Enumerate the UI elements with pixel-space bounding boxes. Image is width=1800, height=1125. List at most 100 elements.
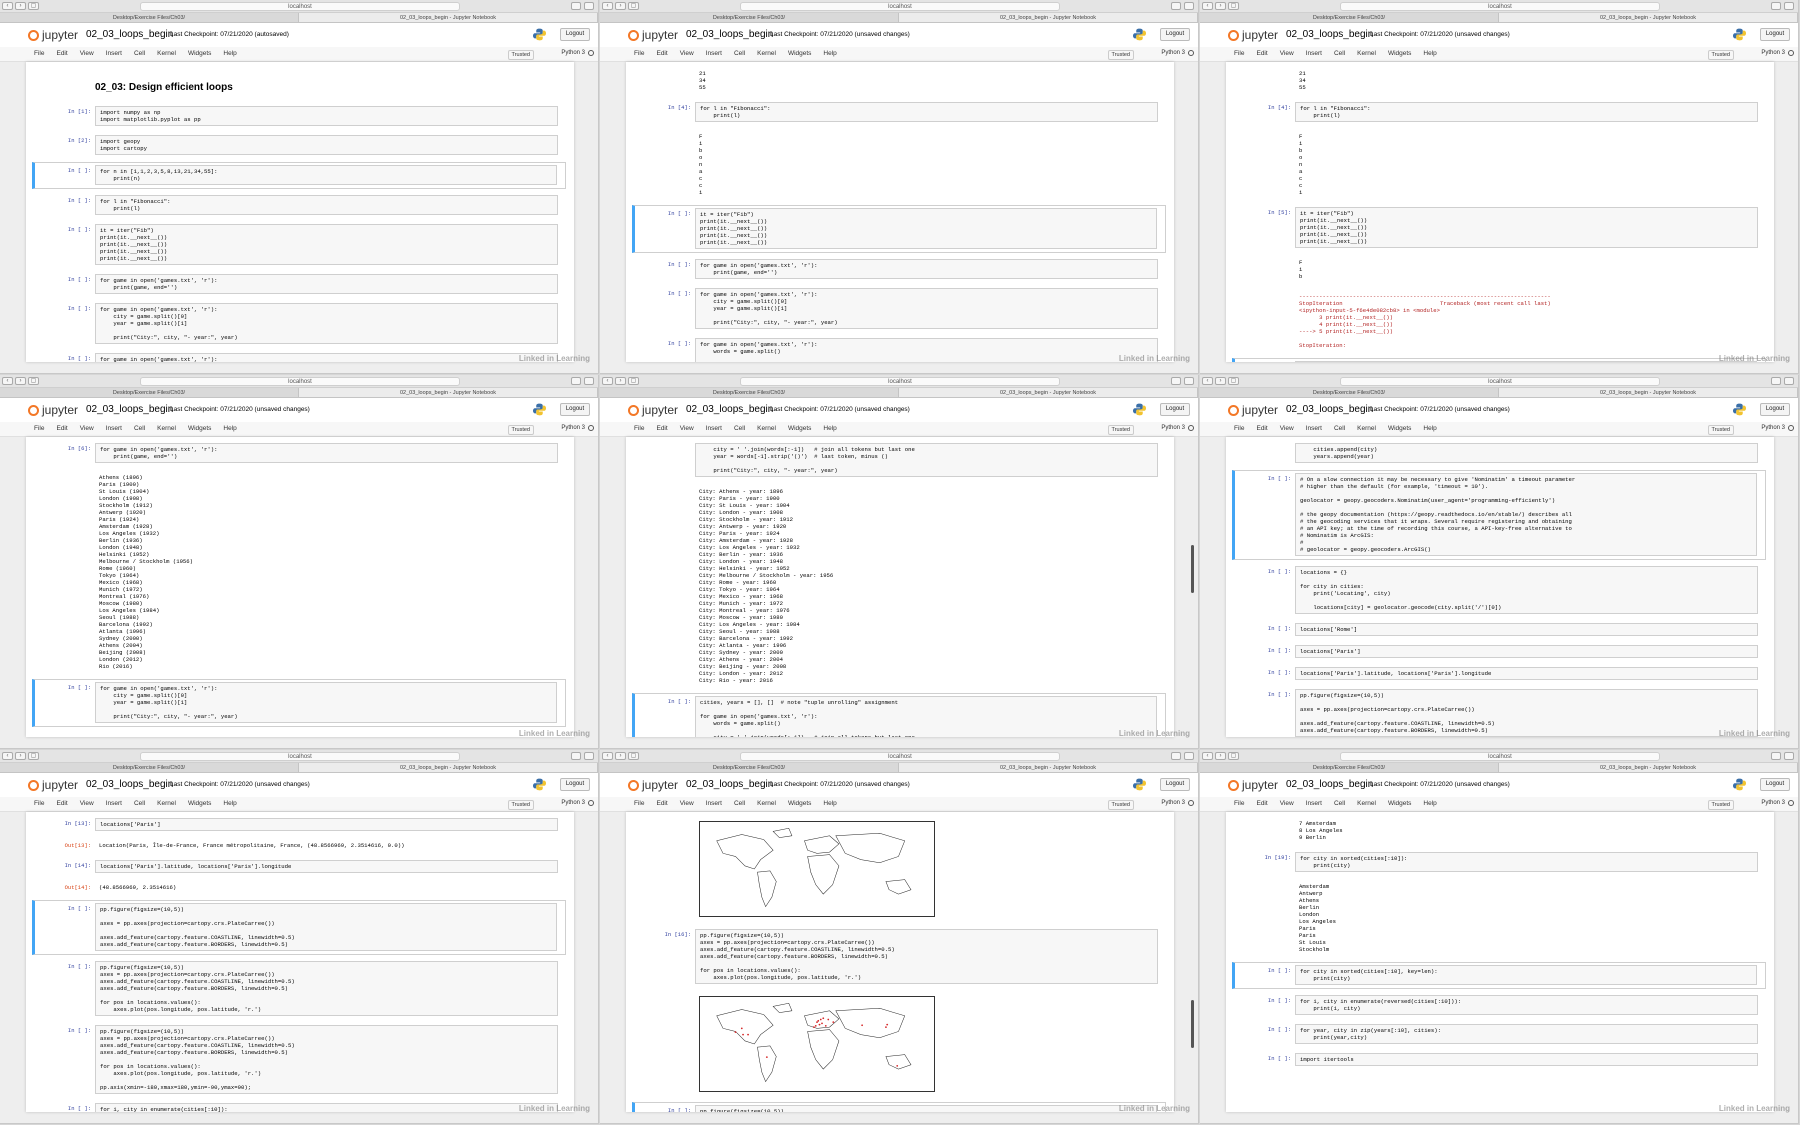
menu-view[interactable]: View (80, 50, 94, 57)
address-bar[interactable]: localhost (1340, 2, 1660, 11)
menu-view[interactable]: View (680, 425, 694, 432)
menu-view[interactable]: View (1280, 800, 1294, 807)
code-editor[interactable]: for game in open('games.txt', 'r'): prin… (95, 274, 558, 294)
menu-widgets[interactable]: Widgets (1388, 50, 1411, 57)
code-cell[interactable]: In [ ]: for l in "Fibonacci": print(l) (32, 193, 566, 218)
menu-file[interactable]: File (634, 50, 644, 57)
menu-file[interactable]: File (634, 800, 644, 807)
tab-files[interactable]: Desktop/Exercise Files/Ch03/ (1200, 763, 1499, 772)
jupyter-logo[interactable]: jupyter (1228, 403, 1278, 417)
forward-icon[interactable]: › (615, 377, 626, 385)
code-editor[interactable]: pp.figure(figsize=(10,5)) axes = pp.axes… (95, 903, 557, 951)
tab-files[interactable]: Desktop/Exercise Files/Ch03/ (600, 763, 899, 772)
sidebar-icon[interactable]: ▢ (628, 2, 639, 10)
code-cell[interactable]: cities.append(city) years.append(year) (1232, 441, 1766, 466)
code-editor[interactable]: locations = {} for city in cities: print… (1295, 566, 1758, 614)
address-bar[interactable]: localhost (1340, 752, 1660, 761)
menu-help[interactable]: Help (1423, 50, 1436, 57)
code-editor[interactable]: it = iter("Fib") print(it.__next__()) pr… (1295, 207, 1758, 248)
logout-button[interactable]: Logout (560, 778, 590, 791)
kernel-indicator[interactable]: Python 3 (1761, 800, 1794, 806)
back-icon[interactable]: ‹ (602, 752, 613, 760)
kernel-indicator[interactable]: Python 3 (561, 50, 594, 56)
menu-widgets[interactable]: Widgets (788, 800, 811, 807)
code-editor[interactable]: for city in sorted(cities[:10]): print(c… (1295, 852, 1758, 872)
code-cell[interactable]: In [ ]: pp.figure(figsize=(10,5)) axes = … (32, 900, 566, 955)
menu-insert[interactable]: Insert (1306, 50, 1322, 57)
forward-icon[interactable]: › (615, 2, 626, 10)
menu-insert[interactable]: Insert (706, 800, 722, 807)
code-cell[interactable]: In [ ]: pp.figure(figsize=(10,5)) axes = … (32, 1023, 566, 1097)
tab-files[interactable]: Desktop/Exercise Files/Ch03/ (600, 13, 899, 22)
kernel-indicator[interactable]: Python 3 (1161, 425, 1194, 431)
forward-icon[interactable]: › (15, 752, 26, 760)
tab-files[interactable]: Desktop/Exercise Files/Ch03/ (0, 388, 299, 397)
code-cell[interactable]: In [4]: for l in "Fibonacci": print(l) (632, 100, 1166, 125)
trusted-indicator[interactable]: Trusted (1107, 50, 1134, 60)
forward-icon[interactable]: › (1215, 752, 1226, 760)
menu-kernel[interactable]: Kernel (1357, 800, 1376, 807)
tabs-icon[interactable] (1784, 2, 1794, 10)
logout-button[interactable]: Logout (560, 403, 590, 416)
logout-button[interactable]: Logout (1160, 778, 1190, 791)
tabs-icon[interactable] (1184, 2, 1194, 10)
tab-files[interactable]: Desktop/Exercise Files/Ch03/ (0, 763, 299, 772)
menu-widgets[interactable]: Widgets (788, 425, 811, 432)
code-editor[interactable]: import geopy import cartopy (95, 135, 558, 155)
code-editor[interactable]: for l in "Fibonacci": print(l) (1295, 102, 1758, 122)
code-cell[interactable]: In [ ]: for game in open('games.txt', 'r'… (632, 286, 1166, 332)
tab-notebook[interactable]: 02_03_loops_begin - Jupyter Notebook (899, 388, 1198, 397)
tab-notebook[interactable]: 02_03_loops_begin - Jupyter Notebook (299, 763, 598, 772)
code-editor[interactable]: import itertools (1295, 1053, 1758, 1066)
menu-view[interactable]: View (680, 800, 694, 807)
share-icon[interactable] (571, 2, 581, 10)
code-cell[interactable]: In [ ]: locations['Rome'] (1232, 621, 1766, 639)
code-cell[interactable]: In [ ]: for game in open('games.txt', 'r'… (632, 257, 1166, 282)
trusted-indicator[interactable]: Trusted (1107, 800, 1134, 810)
notebook-title[interactable]: 02_03_loops_begin (1286, 404, 1373, 415)
menu-help[interactable]: Help (223, 425, 236, 432)
menu-view[interactable]: View (1280, 425, 1294, 432)
address-bar[interactable]: localhost (740, 377, 1060, 386)
trusted-indicator[interactable]: Trusted (1707, 50, 1734, 60)
tabs-icon[interactable] (584, 752, 594, 760)
menu-insert[interactable]: Insert (1306, 425, 1322, 432)
menu-kernel[interactable]: Kernel (757, 425, 776, 432)
back-icon[interactable]: ‹ (2, 752, 13, 760)
code-cell[interactable]: city = ' '.join(words[:-1]) # join all t… (632, 441, 1166, 480)
code-editor[interactable]: for l in "Fibonacci": print(l) (95, 195, 558, 215)
menu-help[interactable]: Help (223, 50, 236, 57)
address-bar[interactable]: localhost (740, 2, 1060, 11)
scrollbar-thumb[interactable] (1191, 545, 1194, 593)
code-editor[interactable]: locations['Paris'].latitude, locations['… (95, 860, 558, 873)
tab-files[interactable]: Desktop/Exercise Files/Ch03/ (1200, 13, 1499, 22)
menu-cell[interactable]: Cell (1334, 50, 1345, 57)
menu-cell[interactable]: Cell (734, 800, 745, 807)
code-editor[interactable]: for game in open('games.txt', 'r'): prin… (695, 259, 1158, 279)
tabs-icon[interactable] (1784, 752, 1794, 760)
code-editor[interactable]: locations['Paris'].latitude, locations['… (1295, 667, 1758, 680)
code-cell[interactable]: In [ ]: for year, city in zip(years[:10],… (1232, 1022, 1766, 1047)
menu-widgets[interactable]: Widgets (1388, 425, 1411, 432)
menu-view[interactable]: View (80, 425, 94, 432)
jupyter-logo[interactable]: jupyter (628, 778, 678, 792)
back-icon[interactable]: ‹ (2, 377, 13, 385)
menu-file[interactable]: File (34, 50, 44, 57)
menu-edit[interactable]: Edit (56, 425, 67, 432)
menu-file[interactable]: File (34, 800, 44, 807)
code-editor[interactable]: locations['Paris'] (95, 818, 558, 831)
tabs-icon[interactable] (584, 377, 594, 385)
menu-edit[interactable]: Edit (56, 800, 67, 807)
tab-notebook[interactable]: 02_03_loops_begin - Jupyter Notebook (1499, 13, 1798, 22)
trusted-indicator[interactable]: Trusted (1707, 425, 1734, 435)
code-editor[interactable]: for game in open('games.txt', 'r'): word… (95, 353, 558, 362)
code-cell[interactable]: In [ ]: for i, city in enumerate(cities[:… (32, 1101, 566, 1112)
share-icon[interactable] (1771, 752, 1781, 760)
menu-widgets[interactable]: Widgets (1388, 800, 1411, 807)
menu-help[interactable]: Help (1423, 425, 1436, 432)
sidebar-icon[interactable]: ▢ (28, 377, 39, 385)
menu-help[interactable]: Help (823, 425, 836, 432)
back-icon[interactable]: ‹ (2, 2, 13, 10)
menu-cell[interactable]: Cell (134, 425, 145, 432)
menu-file[interactable]: File (1234, 800, 1244, 807)
